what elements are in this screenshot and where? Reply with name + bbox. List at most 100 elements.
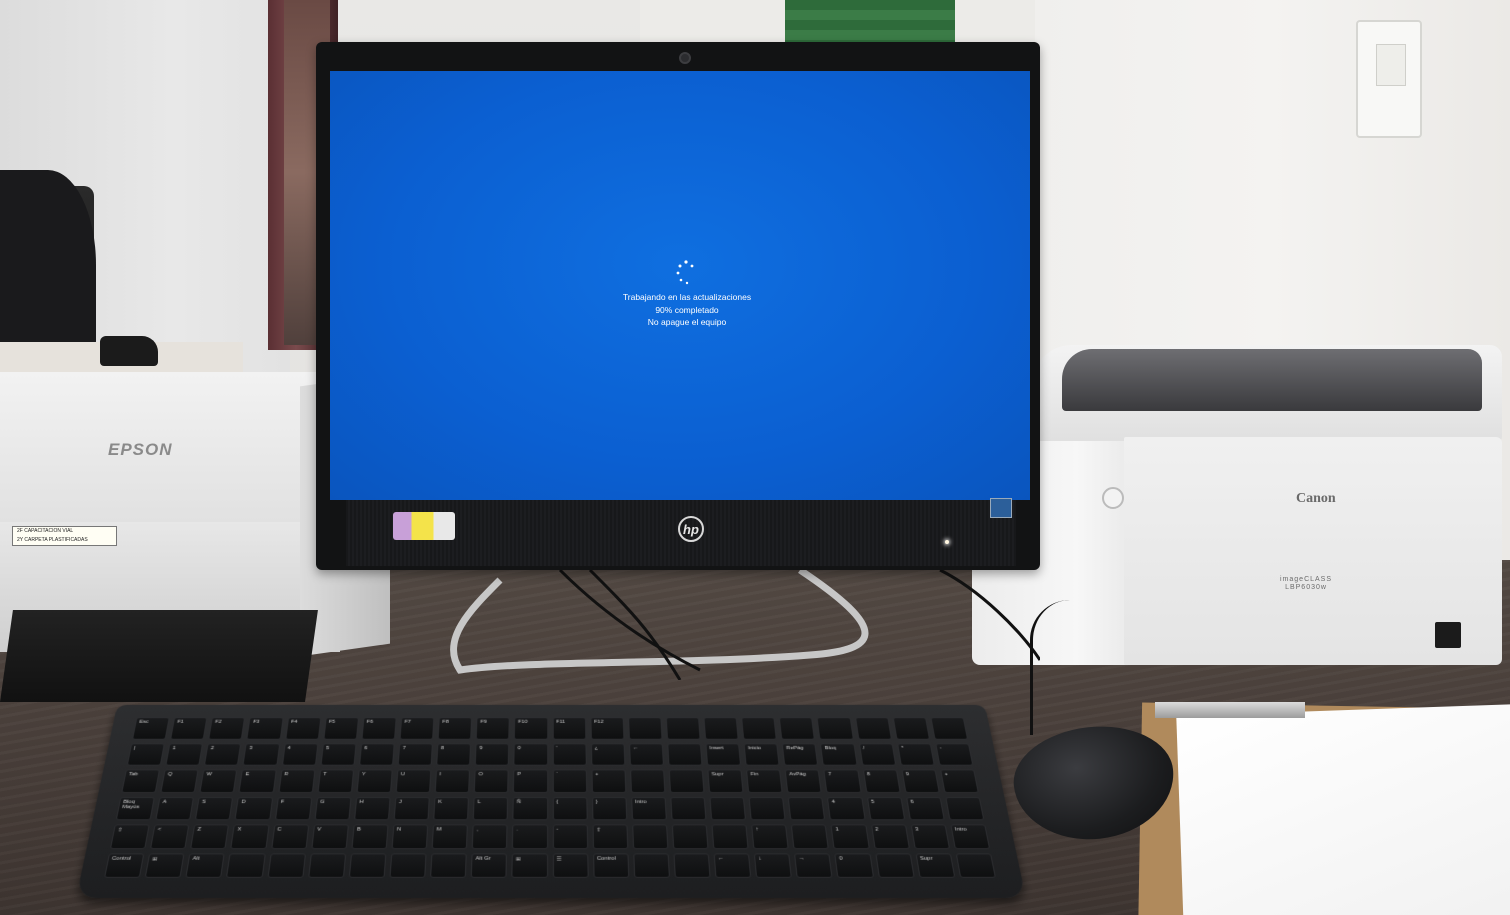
keyboard-key[interactable]: [667, 743, 702, 765]
keyboard-key[interactable]: A: [155, 797, 194, 820]
keyboard-key[interactable]: E: [239, 770, 276, 793]
keyboard-key[interactable]: D: [235, 797, 273, 820]
keyboard-key[interactable]: F4: [285, 717, 321, 739]
keyboard-key[interactable]: ↑: [751, 824, 789, 848]
keyboard-key[interactable]: [389, 853, 426, 878]
keyboard-key[interactable]: Supr: [915, 853, 955, 878]
keyboard-key[interactable]: [791, 824, 829, 848]
keyboard-key[interactable]: X: [231, 824, 269, 848]
keyboard-key[interactable]: [669, 770, 705, 793]
keyboard[interactable]: Esc F1 F2 F3 F4 F5 F6 F7 F8 F9 F10 F11 F12 | 1 2 3 4 5 6 7 8 9…: [76, 705, 1026, 898]
keyboard-key[interactable]: 2: [871, 824, 910, 848]
keyboard-key[interactable]: J: [394, 797, 430, 820]
keyboard-key[interactable]: |: [127, 743, 165, 765]
keyboard-key[interactable]: [630, 770, 665, 793]
keyboard-key[interactable]: Supr: [707, 770, 743, 793]
keyboard-key[interactable]: U: [396, 770, 432, 793]
keyboard-key[interactable]: F1: [170, 717, 207, 739]
keyboard-key[interactable]: F11: [552, 717, 586, 739]
keyboard-key[interactable]: 8: [436, 743, 471, 765]
keyboard-key[interactable]: Intro: [631, 797, 667, 820]
keyboard-key[interactable]: ⇧: [592, 824, 628, 848]
keyboard-key[interactable]: Z: [190, 824, 229, 848]
keyboard-key[interactable]: F7: [400, 717, 435, 739]
keyboard-key[interactable]: ↓: [754, 853, 792, 878]
keyboard-key[interactable]: .: [512, 824, 547, 848]
keyboard-key[interactable]: [672, 824, 709, 848]
keyboard-key[interactable]: [430, 853, 467, 878]
keyboard-key[interactable]: O: [474, 770, 509, 793]
keyboard-key[interactable]: 0: [835, 853, 874, 878]
keyboard-key[interactable]: /: [859, 743, 896, 765]
keyboard-key[interactable]: F: [275, 797, 313, 820]
keyboard-key[interactable]: R: [278, 770, 315, 793]
keyboard-key[interactable]: [673, 853, 710, 878]
keyboard-key[interactable]: Alt Gr: [471, 853, 507, 878]
keyboard-key[interactable]: G: [314, 797, 351, 820]
keyboard-key[interactable]: [817, 717, 853, 739]
keyboard-key[interactable]: Q: [161, 770, 199, 793]
keyboard-key[interactable]: I: [435, 770, 470, 793]
keyboard-key[interactable]: 4: [282, 743, 318, 765]
keyboard-key[interactable]: L: [473, 797, 508, 820]
keyboard-key[interactable]: [308, 853, 346, 878]
keyboard-key[interactable]: F5: [323, 717, 359, 739]
keyboard-key[interactable]: ': [552, 743, 586, 765]
keyboard-key[interactable]: ←: [629, 743, 664, 765]
keyboard-key[interactable]: C: [271, 824, 309, 848]
keyboard-key[interactable]: 7: [398, 743, 433, 765]
keyboard-key[interactable]: 2: [204, 743, 241, 765]
keyboard-key[interactable]: +: [591, 770, 626, 793]
keyboard-key[interactable]: [709, 797, 746, 820]
printer-power-button[interactable]: [1102, 487, 1124, 509]
keyboard-key[interactable]: <: [150, 824, 189, 848]
keyboard-key[interactable]: B: [351, 824, 388, 848]
keyboard-key[interactable]: 6: [906, 797, 945, 820]
keyboard-key[interactable]: [704, 717, 739, 739]
keyboard-key[interactable]: V: [311, 824, 349, 848]
keyboard-key[interactable]: ⇧: [110, 824, 150, 848]
keyboard-key[interactable]: 0: [514, 743, 548, 765]
keyboard-key[interactable]: K: [433, 797, 469, 820]
keyboard-key[interactable]: [788, 797, 825, 820]
keyboard-key[interactable]: 1: [166, 743, 204, 765]
keyboard-key[interactable]: ⊞: [512, 853, 548, 878]
keyboard-key[interactable]: RePág: [782, 743, 818, 765]
keyboard-key[interactable]: [632, 824, 668, 848]
keyboard-key[interactable]: →: [794, 853, 833, 878]
keyboard-key[interactable]: [712, 824, 749, 848]
keyboard-key[interactable]: F3: [247, 717, 283, 739]
keyboard-key[interactable]: H: [354, 797, 391, 820]
keyboard-key[interactable]: [633, 853, 670, 878]
keyboard-key[interactable]: S: [195, 797, 233, 820]
keyboard-key[interactable]: [749, 797, 786, 820]
keyboard-key[interactable]: Inicio: [744, 743, 780, 765]
keyboard-key[interactable]: ´: [552, 770, 586, 793]
keyboard-key[interactable]: [956, 853, 996, 878]
keyboard-key[interactable]: 5: [867, 797, 905, 820]
keyboard-key[interactable]: [741, 717, 777, 739]
keyboard-key[interactable]: F10: [514, 717, 548, 739]
keyboard-key[interactable]: [893, 717, 930, 739]
keyboard-key[interactable]: Alt: [186, 853, 226, 878]
keyboard-key[interactable]: [349, 853, 387, 878]
keyboard-key[interactable]: AvPág: [785, 770, 822, 793]
keyboard-key[interactable]: 3: [243, 743, 280, 765]
keyboard-key[interactable]: -: [935, 743, 973, 765]
keyboard-key[interactable]: [945, 797, 984, 820]
keyboard-key[interactable]: [267, 853, 306, 878]
keyboard-key[interactable]: }: [592, 797, 627, 820]
keyboard-key[interactable]: 9: [901, 770, 939, 793]
keyboard-key[interactable]: Fin: [746, 770, 783, 793]
keyboard-key[interactable]: -: [552, 824, 587, 848]
keyboard-key[interactable]: [930, 717, 968, 739]
keyboard-key[interactable]: 7: [824, 770, 861, 793]
keyboard-key[interactable]: [666, 717, 701, 739]
keyboard-key[interactable]: T: [317, 770, 354, 793]
keyboard-key[interactable]: Bloq: [820, 743, 857, 765]
keyboard-key[interactable]: Insert: [705, 743, 741, 765]
keyboard-key[interactable]: +: [940, 770, 979, 793]
keyboard-key[interactable]: {: [552, 797, 587, 820]
keyboard-key[interactable]: 4: [827, 797, 865, 820]
keyboard-key[interactable]: N: [392, 824, 429, 848]
